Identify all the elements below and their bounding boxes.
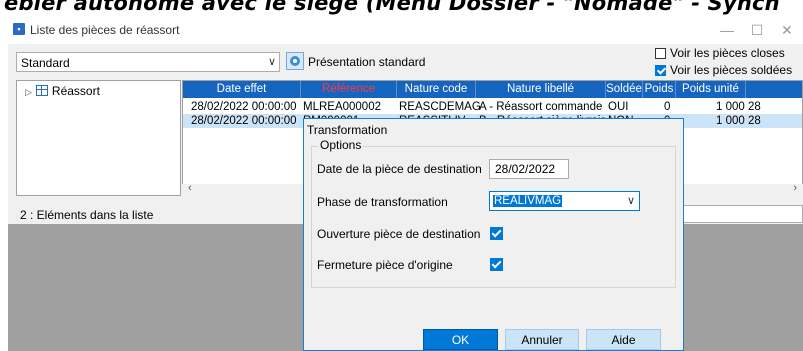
col-reference[interactable]: Référence: [301, 81, 397, 98]
open-destination-checkbox[interactable]: [490, 227, 503, 240]
expand-arrow-icon[interactable]: ▷: [25, 87, 32, 97]
cell-nature-libelle: A - Réassort commande ma...: [479, 101, 605, 113]
chevron-down-icon: ∨: [626, 195, 635, 207]
view-select[interactable]: Standard ∨: [16, 52, 280, 72]
chevron-down-icon: ∨: [267, 56, 276, 68]
cell-poids: 0: [664, 101, 671, 113]
cell-date: 28/02/2022 00:00:00: [191, 115, 297, 127]
show-closed-checkbox[interactable]: Voir les pièces closes: [655, 46, 785, 60]
tree-item-label: Réassort: [51, 84, 100, 98]
date-destination-label: Date de la pièce de destination: [317, 162, 482, 176]
cell-extra: 28: [748, 115, 761, 127]
status-field: [680, 205, 803, 223]
grid-header: Date effet Référence Nature code Nature …: [183, 81, 802, 98]
show-closed-label: Voir les pièces closes: [670, 46, 785, 60]
open-destination-label: Ouverture pièce de destination: [317, 227, 481, 241]
scroll-right-icon[interactable]: ›: [793, 182, 797, 194]
checkbox-box-checked[interactable]: [655, 65, 666, 76]
checkbox-box[interactable]: [655, 48, 666, 59]
col-soldee[interactable]: Soldée: [606, 81, 643, 98]
ok-button[interactable]: OK: [423, 329, 498, 350]
close-origin-label: Fermeture pièce d'origine: [317, 258, 453, 272]
phase-select[interactable]: REALIVMAG ∨: [489, 191, 640, 211]
col-poids[interactable]: Poids: [643, 81, 676, 98]
minimize-button[interactable]: —: [712, 20, 742, 40]
grid-icon: [35, 85, 48, 96]
window-title: Liste des pièces de réassort: [30, 23, 180, 37]
scroll-left-icon[interactable]: ‹: [188, 182, 192, 194]
tree-panel: ▷ Réassort: [16, 80, 181, 196]
tree-item-reassort[interactable]: ▷ Réassort: [25, 84, 100, 98]
col-extra: [746, 81, 802, 98]
cell-extra: 28: [748, 101, 761, 113]
show-settled-label: Voir les pièces soldées: [670, 63, 793, 77]
view-select-value: Standard: [21, 56, 70, 70]
transformation-dialog: Transformation Options Date de la pièce …: [303, 118, 684, 351]
presentation-label: Présentation standard: [308, 55, 426, 69]
col-nature-code[interactable]: Nature code: [397, 81, 476, 98]
cell-date: 28/02/2022 00:00:00: [191, 101, 297, 113]
options-legend: Options: [318, 138, 364, 152]
cancel-button[interactable]: Annuler: [505, 329, 579, 350]
close-button[interactable]: ✕: [772, 20, 802, 40]
title-bar: ▪ Liste des pièces de réassort — ☐ ✕: [8, 18, 803, 44]
dialog-title: Transformation: [307, 123, 388, 137]
gear-icon[interactable]: [286, 52, 304, 70]
close-origin-checkbox[interactable]: [490, 258, 503, 271]
item-count-label: 2 : Eléments dans la liste: [20, 208, 154, 222]
page-banner: ebier autonome avec le siège (Menu Dossi…: [0, 0, 803, 18]
banner-text: ebier autonome avec le siège (Menu Dossi…: [4, 0, 780, 15]
help-button[interactable]: Aide: [586, 329, 661, 350]
col-nature-libelle[interactable]: Nature libellé: [476, 81, 606, 98]
col-date-effet[interactable]: Date effet: [183, 81, 301, 98]
cell-poids-unite: 1 000: [716, 101, 745, 113]
col-poids-unite[interactable]: Poids unité: [676, 81, 746, 98]
maximize-button[interactable]: ☐: [742, 20, 772, 40]
cell-poids-unite: 1 000: [716, 115, 745, 127]
cell-reference: MLREA000002: [303, 101, 381, 113]
app-icon: ▪: [13, 23, 25, 35]
show-settled-checkbox[interactable]: Voir les pièces soldées: [655, 63, 792, 77]
cell-nature-code: REASCDEMAG: [399, 101, 481, 113]
date-destination-field[interactable]: 28/02/2022: [489, 159, 569, 179]
cell-soldee: OUI: [608, 101, 629, 113]
phase-select-value: REALIVMAG: [493, 195, 563, 207]
table-row[interactable]: 28/02/2022 00:00:00 MLREA000002 REASCDEM…: [183, 100, 802, 114]
phase-label: Phase de transformation: [317, 195, 448, 209]
